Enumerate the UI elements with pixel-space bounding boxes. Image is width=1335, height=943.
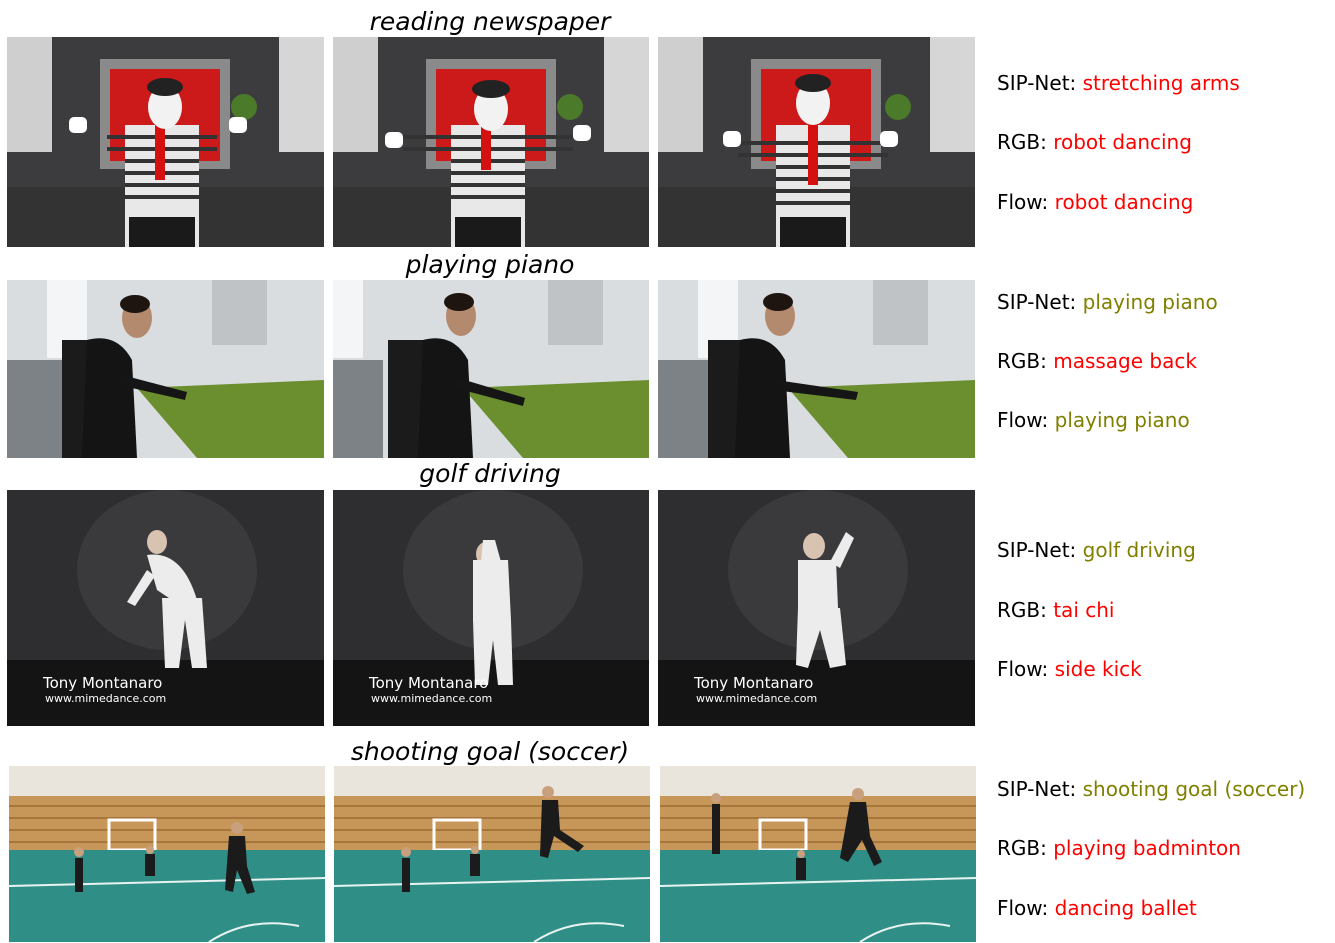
frame-mime-1 [7,37,324,247]
prediction-label: Flow: [997,896,1055,920]
row-title-golf-driving: golf driving [419,459,561,488]
watermark-name: Tony Montanaro [43,674,163,692]
prediction-label: Flow: [997,190,1055,214]
prediction-value: golf driving [1082,538,1196,562]
prediction-label: Flow: [997,408,1055,432]
prediction-sipnet-row1: SIP-Net: stretching arms [997,73,1240,93]
watermark-url: www.mimedance.com [696,692,818,705]
watermark-name: Tony Montanaro [369,674,489,692]
prediction-value: side kick [1054,657,1142,681]
prediction-label: RGB: [997,836,1054,860]
watermark-name: Tony Montanaro [694,674,814,692]
prediction-value: stretching arms [1082,71,1240,95]
prediction-flow-row1: Flow: robot dancing [997,192,1193,212]
frame-piano-2 [333,280,649,458]
prediction-label: SIP-Net: [997,290,1083,314]
prediction-rgb-row1: RGB: robot dancing [997,132,1192,152]
prediction-label: RGB: [997,598,1054,622]
frame-golf-3: Tony Montanaro www.mimedance.com [658,490,975,726]
prediction-flow-row3: Flow: side kick [997,659,1142,679]
prediction-value: dancing ballet [1054,896,1197,920]
prediction-value: playing piano [1082,290,1218,314]
prediction-flow-row4: Flow: dancing ballet [997,898,1197,918]
watermark-url: www.mimedance.com [371,692,493,705]
prediction-value: playing badminton [1053,836,1241,860]
prediction-rgb-row4: RGB: playing badminton [997,838,1241,858]
prediction-label: SIP-Net: [997,538,1083,562]
prediction-value: shooting goal (soccer) [1082,777,1306,801]
frame-soccer-3 [660,766,976,942]
prediction-flow-row2: Flow: playing piano [997,410,1190,430]
prediction-label: SIP-Net: [997,777,1083,801]
prediction-sipnet-row3: SIP-Net: golf driving [997,540,1196,560]
prediction-value: robot dancing [1054,190,1194,214]
prediction-value: massage back [1053,349,1197,373]
prediction-label: RGB: [997,349,1054,373]
row-title-playing-piano: playing piano [405,250,575,279]
frame-mime-3 [658,37,975,247]
prediction-value: playing piano [1054,408,1190,432]
prediction-rgb-row2: RGB: massage back [997,351,1197,371]
frame-golf-2: Tony Montanaro www.mimedance.com [333,490,649,726]
prediction-sipnet-row2: SIP-Net: playing piano [997,292,1218,312]
prediction-label: RGB: [997,130,1054,154]
prediction-sipnet-row4: SIP-Net: shooting goal (soccer) [997,779,1305,799]
frame-mime-2 [333,37,649,247]
frame-golf-1: Tony Montanaro www.mimedance.com [7,490,324,726]
row-title-shooting-goal: shooting goal (soccer) [350,737,630,766]
row-title-reading-newspaper: reading newspaper [369,7,611,36]
prediction-label: Flow: [997,657,1055,681]
prediction-label: SIP-Net: [997,71,1083,95]
prediction-rgb-row3: RGB: tai chi [997,600,1114,620]
watermark-url: www.mimedance.com [45,692,167,705]
frame-soccer-2 [334,766,650,942]
prediction-value: tai chi [1053,598,1115,622]
frame-piano-1 [7,280,324,458]
frame-piano-3 [658,280,975,458]
prediction-value: robot dancing [1053,130,1192,154]
frame-soccer-1 [9,766,325,942]
